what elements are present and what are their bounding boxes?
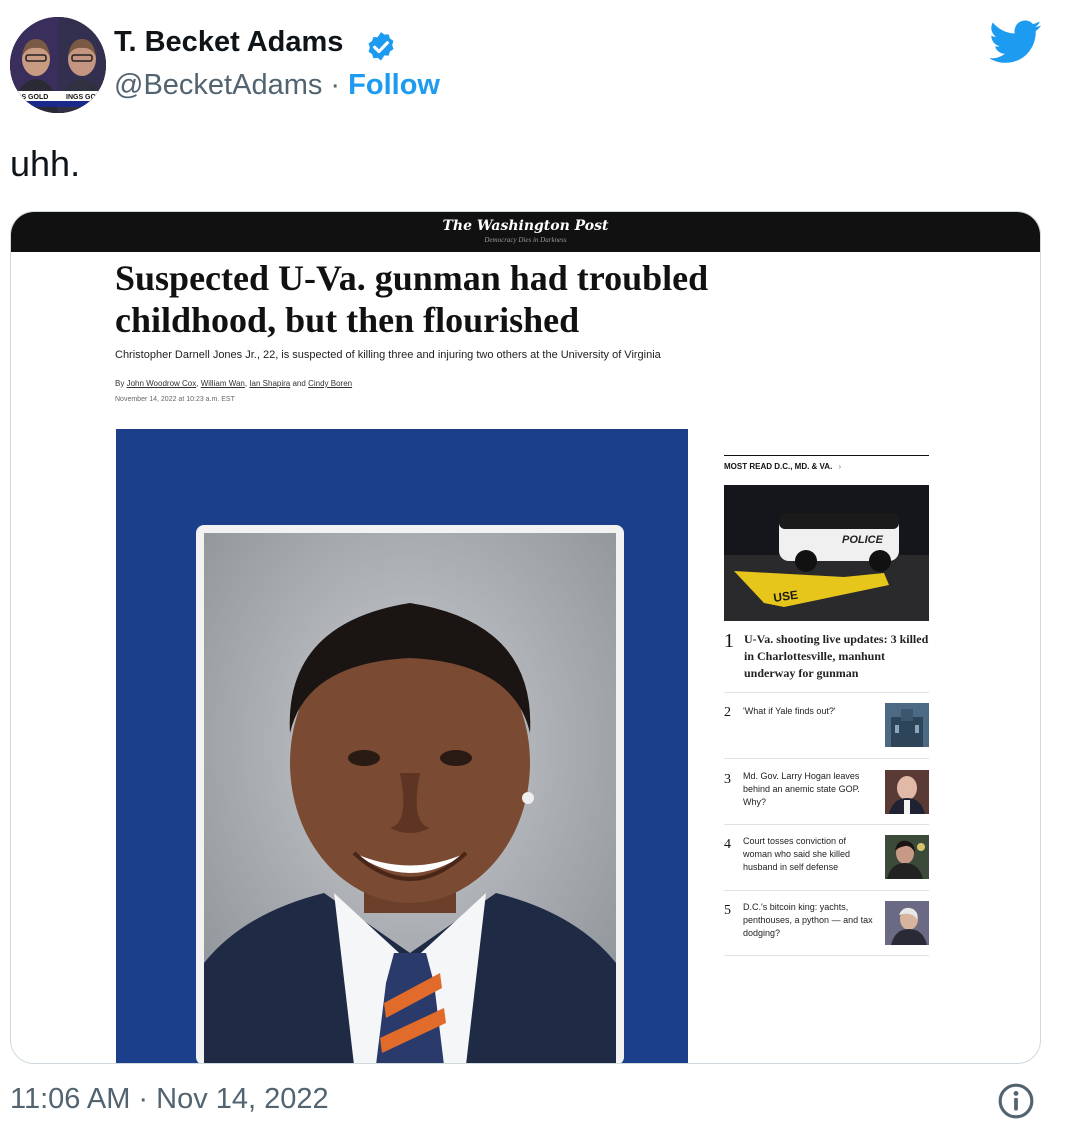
- tweet-timestamp[interactable]: 11:06 AM · Nov 14, 2022: [10, 1083, 329, 1116]
- wapo-tagline: Democracy Dies in Darkness: [484, 236, 567, 244]
- author-handle-line: @BecketAdams · Follow: [114, 69, 440, 102]
- verified-badge-icon: [368, 32, 394, 61]
- most-read-rule: [724, 455, 929, 456]
- most-read-number: 5: [724, 903, 731, 918]
- most-read-thumbnail: [885, 703, 929, 747]
- most-read-title: Md. Gov. Larry Hogan leaves behind an an…: [743, 771, 860, 807]
- most-read-title: Court tosses conviction of woman who sai…: [743, 836, 851, 872]
- most-read-heading-label: MOST READ D.C., MD. & VA.: [724, 462, 833, 471]
- twitter-bird-icon[interactable]: [990, 20, 1042, 64]
- byline-author[interactable]: Ian Shapira: [249, 379, 290, 388]
- most-read-thumbnail: [885, 835, 929, 879]
- byline-prefix: By: [115, 379, 125, 388]
- article-subhead: Christopher Darnell Jones Jr., 22, is su…: [115, 349, 661, 361]
- wapo-masthead: The Washington Post Democracy Dies in Da…: [11, 212, 1040, 252]
- most-read-number: 4: [724, 837, 731, 852]
- police-car-text: POLICE: [842, 534, 884, 546]
- byline-and: and: [292, 379, 306, 388]
- most-read-heading[interactable]: MOST READ D.C., MD. & VA. ›: [724, 462, 841, 471]
- most-read-title: U-Va. shooting live updates: 3 killed in…: [744, 632, 929, 680]
- info-icon[interactable]: [997, 1082, 1035, 1120]
- portrait-image: [204, 533, 616, 1063]
- most-read-lead-photo[interactable]: POLICE USE: [724, 485, 929, 621]
- most-read-title: D.C.'s bitcoin king: yachts, penthouses,…: [743, 902, 873, 938]
- byline-author[interactable]: Cindy Boren: [308, 379, 352, 388]
- most-read-thumbnail: [885, 901, 929, 945]
- most-read-item[interactable]: 2 'What if Yale finds out?': [724, 703, 929, 747]
- most-read-divider: [724, 758, 929, 759]
- avatar-caption-right: INGS GOL: [66, 94, 101, 101]
- author-name[interactable]: T. Becket Adams: [114, 26, 343, 59]
- most-read-thumbnail: [885, 770, 929, 814]
- most-read-item[interactable]: 5 D.C.'s bitcoin king: yachts, penthouse…: [724, 901, 929, 945]
- author-handle[interactable]: @BecketAdams: [114, 69, 322, 101]
- most-read-item[interactable]: 3 Md. Gov. Larry Hogan leaves behind an …: [724, 770, 929, 814]
- article-date: November 14, 2022 at 10:23 a.m. EST: [115, 396, 235, 403]
- most-read-item[interactable]: 4 Court tosses conviction of woman who s…: [724, 835, 929, 879]
- avatar-caption-left: GS GOLD: [16, 94, 48, 101]
- byline-author[interactable]: William Wan: [201, 379, 245, 388]
- handle-separator: ·: [330, 69, 341, 101]
- most-read-divider: [724, 692, 929, 693]
- tweet-text: uhh.: [10, 143, 81, 184]
- most-read-number: 3: [724, 772, 731, 787]
- most-read-title: 'What if Yale finds out?': [743, 706, 836, 716]
- article-headline: Suspected U-Va. gunman had troubled chil…: [115, 258, 709, 340]
- follow-button[interactable]: Follow: [348, 69, 440, 101]
- article-byline: By John Woodrow Cox, William Wan, Ian Sh…: [115, 379, 353, 388]
- byline-author[interactable]: John Woodrow Cox: [127, 379, 197, 388]
- most-read-number: 1: [724, 630, 734, 652]
- most-read-item[interactable]: 1 U-Va. shooting live updates: 3 killed …: [724, 630, 929, 682]
- avatar-image: GS GOLD INGS GOL: [10, 17, 106, 113]
- wapo-logo: The Washington Post: [442, 218, 609, 234]
- most-read-divider: [724, 824, 929, 825]
- most-read-divider: [724, 890, 929, 891]
- chevron-right-icon: ›: [838, 462, 842, 471]
- most-read-number: 2: [724, 705, 731, 720]
- article-hero-photo: [116, 429, 688, 1063]
- author-avatar[interactable]: GS GOLD INGS GOL: [10, 17, 106, 113]
- tweet-media-image[interactable]: The Washington Post Democracy Dies in Da…: [10, 211, 1041, 1064]
- most-read-divider: [724, 955, 929, 956]
